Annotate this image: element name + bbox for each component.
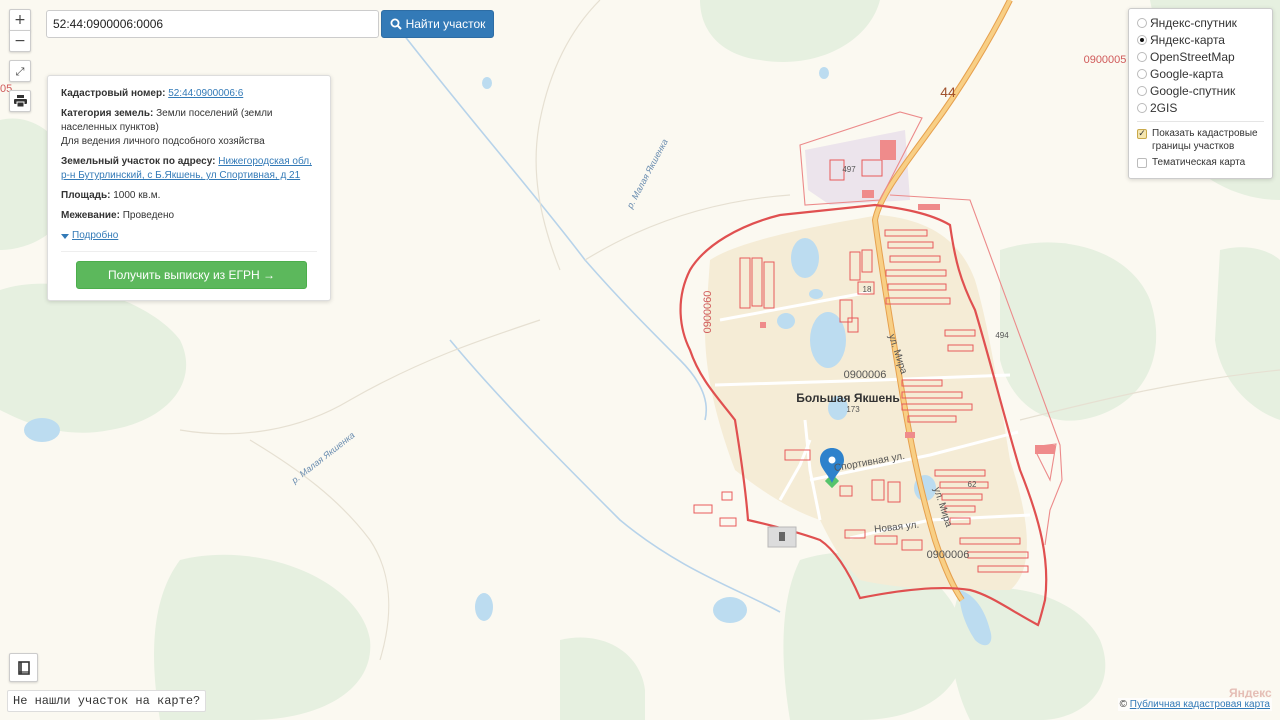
zoom-in-button[interactable]: + <box>9 9 31 31</box>
search-icon <box>390 18 402 30</box>
base-layer-label: Яндекс-карта <box>1150 32 1225 47</box>
show-borders-option[interactable]: ✓ Показать кадастровые границы участков <box>1137 127 1272 153</box>
show-borders-label: Показать кадастровые границы участков <box>1152 128 1258 152</box>
attribution-prefix: © <box>1119 699 1130 710</box>
printer-icon <box>13 95 27 107</box>
details-label: Подробно <box>72 230 119 241</box>
layers-divider <box>1137 121 1264 122</box>
zoom-out-button[interactable]: − <box>9 30 31 52</box>
checkbox-checked-icon[interactable]: ✓ <box>1137 129 1147 139</box>
road-number: 44 <box>940 84 956 100</box>
area-label: Площадь: <box>61 190 111 201</box>
print-button[interactable] <box>9 90 31 112</box>
plot-info-panel: Кадастровый номер: 52:44:0900006:6 Катег… <box>47 75 331 301</box>
survey-value: Проведено <box>122 210 175 221</box>
cadastral-number-row: Кадастровый номер: 52:44:0900006:6 <box>61 87 317 101</box>
cadastral-number-link[interactable]: 52:44:0900006:6 <box>168 88 243 99</box>
thematic-map-option[interactable]: Тематическая карта <box>1137 156 1272 169</box>
area-value: 1000 кв.м. <box>113 190 161 201</box>
get-egrn-extract-button[interactable]: Получить выписку из ЕГРН → <box>76 260 307 289</box>
plot-label-497: 497 <box>842 165 856 174</box>
area-row: Площадь: 1000 кв.м. <box>61 189 317 203</box>
cadastral-number-label: Кадастровый номер: <box>61 88 166 99</box>
radio-icon[interactable] <box>1137 51 1147 62</box>
attribution: © Публичная кадастровая карта <box>1117 698 1272 711</box>
plot-label-62: 62 <box>968 480 977 489</box>
quarter-label-ne: 0900005 <box>1084 54 1127 66</box>
details-toggle[interactable]: Подробно <box>61 229 118 243</box>
layers-panel: Яндекс-спутник Яндекс-карта OpenStreetMap G… <box>1128 8 1273 179</box>
address-label: Земельный участок по адресу: <box>61 156 216 167</box>
base-layer-option[interactable]: Яндекс-карта <box>1137 31 1272 48</box>
panel-divider <box>61 250 317 252</box>
base-layer-option[interactable]: Google-спутник <box>1137 82 1272 99</box>
plot-label-18: 18 <box>863 285 872 294</box>
base-layer-option[interactable]: Яндекс-спутник <box>1137 14 1272 31</box>
book-icon <box>17 660 30 675</box>
plot-label-173: 173 <box>846 405 860 414</box>
survey-label: Межевание: <box>61 210 120 221</box>
quarter-label-bottom: 0900006 <box>927 549 970 561</box>
base-layer-label: 2GIS <box>1150 100 1178 115</box>
base-layer-options: Яндекс-спутник Яндекс-карта OpenStreetMap G… <box>1137 14 1272 116</box>
radio-icon[interactable] <box>1137 17 1147 28</box>
base-layer-option[interactable]: 2GIS <box>1137 99 1272 116</box>
church-icon <box>779 532 785 541</box>
radio-icon[interactable] <box>1137 102 1147 113</box>
radio-selected-icon[interactable] <box>1137 34 1147 45</box>
fullscreen-button[interactable]: ⤢ <box>9 60 31 82</box>
base-layer-option[interactable]: OpenStreetMap <box>1137 48 1272 65</box>
plot-label-494: 494 <box>995 331 1009 340</box>
base-layer-label: Яндекс-спутник <box>1150 15 1237 30</box>
find-plot-button[interactable]: Найти участок <box>381 10 494 38</box>
find-plot-label: Найти участок <box>405 17 486 31</box>
base-layer-label: OpenStreetMap <box>1150 49 1235 64</box>
expand-icon: ⤢ <box>15 64 25 78</box>
attribution-link[interactable]: Публичная кадастровая карта <box>1130 699 1270 710</box>
land-use-value: Для ведения личного подсобного хозяйства <box>61 136 265 147</box>
legend-button[interactable] <box>9 653 38 682</box>
thematic-map-label: Тематическая карта <box>1152 157 1246 168</box>
checkbox-icon[interactable] <box>1137 158 1147 168</box>
quarter-label-west: 0900060 <box>702 291 714 334</box>
village-label: Большая Якшень <box>796 391 900 405</box>
caret-down-icon <box>61 233 69 239</box>
address-row: Земельный участок по адресу: Нижегородск… <box>61 155 317 183</box>
base-layer-label: Google-спутник <box>1150 83 1236 98</box>
base-layer-option[interactable]: Google-карта <box>1137 65 1272 82</box>
land-category-label: Категория земель: <box>61 108 154 119</box>
cadastral-search-input[interactable] <box>46 10 379 38</box>
quarter-label-main: 0900006 <box>844 369 887 381</box>
radio-icon[interactable] <box>1137 68 1147 79</box>
land-category-row: Категория земель: Земли поселений (земли… <box>61 107 317 149</box>
plot-not-found-button[interactable]: Не нашли участок на карте? <box>7 690 207 712</box>
radio-icon[interactable] <box>1137 85 1147 96</box>
base-layer-label: Google-карта <box>1150 66 1224 81</box>
survey-row: Межевание: Проведено <box>61 209 317 223</box>
